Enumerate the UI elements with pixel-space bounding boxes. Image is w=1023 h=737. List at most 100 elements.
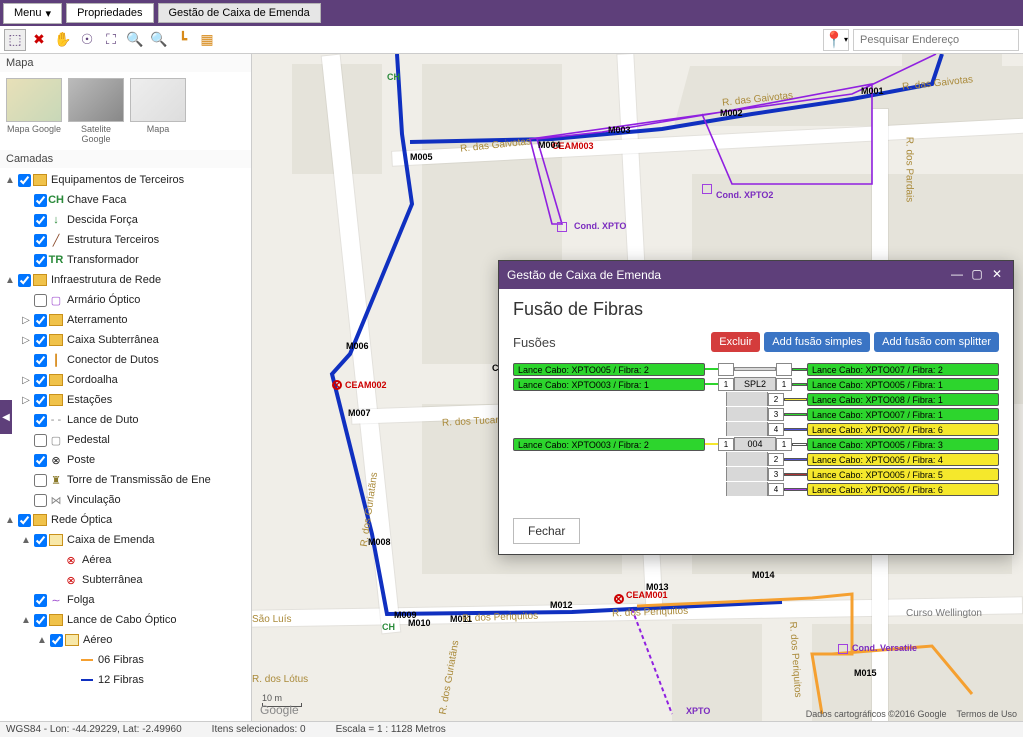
tree-label[interactable]: Pedestal: [67, 434, 110, 446]
tree-label[interactable]: Infraestrutura de Rede: [51, 274, 161, 286]
tree-label[interactable]: Armário Óptico: [67, 294, 140, 306]
basemap-option[interactable]: Satelite Google: [68, 78, 124, 144]
tree-row[interactable]: 12 Fibras: [0, 670, 251, 690]
layer-checkbox[interactable]: [18, 514, 31, 527]
tree-label[interactable]: Poste: [67, 454, 95, 466]
tree-row[interactable]: ▲Caixa de Emenda: [0, 530, 251, 550]
layer-tree[interactable]: ▲ Equipamentos de Terceiros CHChave Faca↓D…: [0, 168, 251, 721]
add-splitter-button[interactable]: Add fusão com splitter: [874, 332, 999, 352]
tree-twisty[interactable]: ▷: [20, 395, 32, 406]
tree-row[interactable]: ⊗Aérea: [0, 550, 251, 570]
tree-row[interactable]: 06 Fibras: [0, 650, 251, 670]
properties-button[interactable]: Propriedades: [66, 3, 153, 23]
cond-xpto2-box[interactable]: [702, 184, 712, 194]
cable-right[interactable]: Lance Cabo: XPTO005 / Fibra: 3: [807, 438, 999, 451]
clear-select-tool[interactable]: ✖: [28, 29, 50, 51]
cable-left[interactable]: Lance Cabo: XPTO003 / Fibra: 1: [513, 378, 705, 391]
tree-row[interactable]: ▢Pedestal: [0, 430, 251, 450]
add-simple-button[interactable]: Add fusão simples: [764, 332, 870, 352]
tree-twisty[interactable]: ▲: [36, 635, 48, 646]
delete-button[interactable]: Excluir: [711, 332, 760, 352]
cable-right[interactable]: Lance Cabo: XPTO005 / Fibra: 1: [807, 378, 999, 391]
tree-twisty[interactable]: ▲: [4, 515, 16, 526]
basemap-option[interactable]: Mapa: [130, 78, 186, 144]
fusion-row[interactable]: 2Lance Cabo: XPTO008 / Fibra: 1: [513, 392, 999, 406]
fusion-row[interactable]: 2Lance Cabo: XPTO005 / Fibra: 4: [513, 452, 999, 466]
splitter-box[interactable]: 004: [734, 437, 776, 451]
tree-row[interactable]: ▷ Aterramento: [0, 310, 251, 330]
layer-checkbox[interactable]: [34, 474, 47, 487]
cable-right[interactable]: Lance Cabo: XPTO007 / Fibra: 1: [807, 408, 999, 421]
cable-right[interactable]: Lance Cabo: XPTO008 / Fibra: 1: [807, 393, 999, 406]
layer-checkbox[interactable]: [34, 594, 47, 607]
tree-label[interactable]: Aérea: [82, 554, 111, 566]
tree-label[interactable]: Rede Óptica: [51, 514, 112, 526]
tree-row[interactable]: ∼Folga: [0, 590, 251, 610]
layer-checkbox[interactable]: [34, 194, 47, 207]
layer-checkbox[interactable]: [34, 394, 47, 407]
tree-row[interactable]: ⊗Subterrânea: [0, 570, 251, 590]
tree-label[interactable]: Estrutura Terceiros: [67, 234, 159, 246]
fusion-row[interactable]: 3Lance Cabo: XPTO005 / Fibra: 5: [513, 467, 999, 481]
close-icon[interactable]: ✕: [989, 267, 1005, 283]
tree-row[interactable]: ▲ Aéreo: [0, 630, 251, 650]
layer-checkbox[interactable]: [34, 534, 47, 547]
splitter-box[interactable]: SPL2: [734, 377, 776, 391]
tree-label[interactable]: Subterrânea: [82, 574, 143, 586]
tree-twisty[interactable]: ▲: [20, 615, 32, 626]
collapse-sidebar-handle[interactable]: ◀: [0, 400, 12, 434]
zoom-in-tool[interactable]: 🔍: [124, 29, 146, 51]
tree-label[interactable]: Caixa de Emenda: [67, 534, 154, 546]
tree-row[interactable]: ▷Caixa Subterrânea: [0, 330, 251, 350]
structure-tool[interactable]: ▦: [196, 29, 218, 51]
cond-versatile-box[interactable]: [838, 644, 848, 654]
tree-row[interactable]: CHChave Faca: [0, 190, 251, 210]
layer-checkbox[interactable]: [18, 274, 31, 287]
zoom-out-tool[interactable]: 🔍: [148, 29, 170, 51]
terms-link[interactable]: Termos de Uso: [956, 709, 1017, 719]
fusion-row[interactable]: Lance Cabo: XPTO003 / Fibra: 210041Lance…: [513, 437, 999, 451]
layer-checkbox[interactable]: [18, 174, 31, 187]
tree-label[interactable]: Equipamentos de Terceiros: [51, 174, 184, 186]
layer-checkbox[interactable]: [34, 314, 47, 327]
tree-label[interactable]: Torre de Transmissão de Ene: [67, 474, 211, 486]
layer-checkbox[interactable]: [34, 214, 47, 227]
layer-checkbox[interactable]: [34, 294, 47, 307]
tree-row[interactable]: ▷Cordoalha: [0, 370, 251, 390]
cable-right[interactable]: Lance Cabo: XPTO007 / Fibra: 2: [807, 363, 999, 376]
tree-label[interactable]: Folga: [67, 594, 95, 606]
tree-label[interactable]: Aterramento: [67, 314, 128, 326]
measure-tool[interactable]: ┗: [172, 29, 194, 51]
tree-label[interactable]: Chave Faca: [67, 194, 126, 206]
fusion-diagram[interactable]: Lance Cabo: XPTO005 / Fibra: 2Lance Cabo…: [513, 362, 999, 496]
basemap-option[interactable]: Mapa Google: [6, 78, 62, 144]
layer-checkbox[interactable]: [50, 634, 63, 647]
tree-row[interactable]: ╱Estrutura Terceiros: [0, 230, 251, 250]
tree-label[interactable]: Aéreo: [83, 634, 112, 646]
tree-twisty[interactable]: ▷: [20, 315, 32, 326]
zoom-box-tool[interactable]: ⛶: [100, 29, 122, 51]
tree-row[interactable]: ↓Descida Força: [0, 210, 251, 230]
tree-label[interactable]: Lance de Cabo Óptico: [67, 614, 176, 626]
splice-mgmt-button[interactable]: Gestão de Caixa de Emenda: [158, 3, 321, 23]
tree-row[interactable]: ▲ Rede Óptica: [0, 510, 251, 530]
cable-left[interactable]: Lance Cabo: XPTO003 / Fibra: 2: [513, 438, 705, 451]
fusion-row[interactable]: Lance Cabo: XPTO003 / Fibra: 11SPL21Lanc…: [513, 377, 999, 391]
cable-right[interactable]: Lance Cabo: XPTO005 / Fibra: 5: [807, 468, 999, 481]
dialog-titlebar[interactable]: Gestão de Caixa de Emenda — ▢ ✕: [499, 261, 1013, 289]
pan-tool[interactable]: ✋: [52, 29, 74, 51]
tree-row[interactable]: ┃Conector de Dutos: [0, 350, 251, 370]
layer-checkbox[interactable]: [34, 434, 47, 447]
cable-right[interactable]: Lance Cabo: XPTO005 / Fibra: 6: [807, 483, 999, 496]
tree-label[interactable]: 06 Fibras: [98, 654, 144, 666]
tree-label[interactable]: Cordoalha: [67, 374, 118, 386]
tree-row[interactable]: ⋈Vinculação: [0, 490, 251, 510]
locate-button[interactable]: 📍 ▾: [823, 29, 849, 51]
dialog-close-button[interactable]: Fechar: [513, 518, 580, 544]
tree-twisty[interactable]: ▷: [20, 335, 32, 346]
tree-label[interactable]: 12 Fibras: [98, 674, 144, 686]
layer-checkbox[interactable]: [34, 414, 47, 427]
tree-row[interactable]: ▢Armário Óptico: [0, 290, 251, 310]
layer-checkbox[interactable]: [34, 354, 47, 367]
tree-row[interactable]: ▲Infraestrutura de Rede: [0, 270, 251, 290]
